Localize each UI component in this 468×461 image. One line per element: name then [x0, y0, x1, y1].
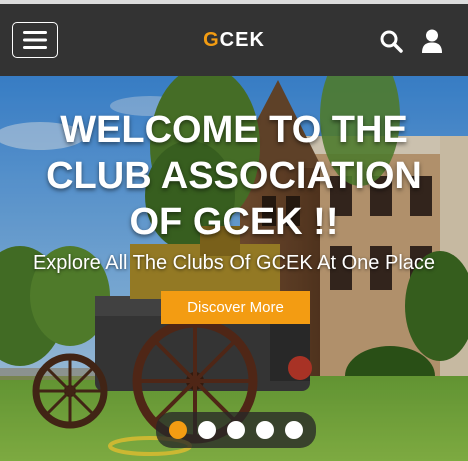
carousel-dot-2[interactable]	[198, 421, 216, 439]
carousel-dot-1[interactable]	[169, 421, 187, 439]
hero-title-line-2: CLUB ASSOCIATION	[46, 155, 422, 197]
hamburger-menu-icon	[23, 31, 47, 49]
hero-title-line-1: WELCOME TO THE	[60, 109, 408, 151]
hero-carousel: WELCOME TO THE CLUB ASSOCIATION OF GCEK …	[0, 76, 468, 461]
user-account-button[interactable]	[419, 28, 445, 54]
carousel-dot-5[interactable]	[285, 421, 303, 439]
navbar: GCEK	[0, 4, 468, 76]
hero-title-line-3: OF GCEK !!	[129, 201, 339, 243]
search-button[interactable]	[378, 28, 404, 54]
hero-title: WELCOME TO THE CLUB ASSOCIATION OF GCEK …	[0, 107, 468, 245]
user-icon	[422, 29, 442, 53]
brand-logo-text: CEK	[219, 28, 265, 51]
carousel-dot-4[interactable]	[256, 421, 274, 439]
carousel-indicators	[156, 412, 316, 448]
hero-subtitle: Explore All The Clubs Of GCEK At One Pla…	[32, 252, 436, 274]
search-icon	[380, 30, 403, 53]
carousel-dot-3[interactable]	[227, 421, 245, 439]
hamburger-menu-button[interactable]	[12, 22, 58, 58]
brand-logo[interactable]: GCEK	[203, 29, 265, 52]
discover-more-button[interactable]: Discover More	[161, 291, 310, 324]
brand-logo-accent: G	[203, 28, 220, 51]
